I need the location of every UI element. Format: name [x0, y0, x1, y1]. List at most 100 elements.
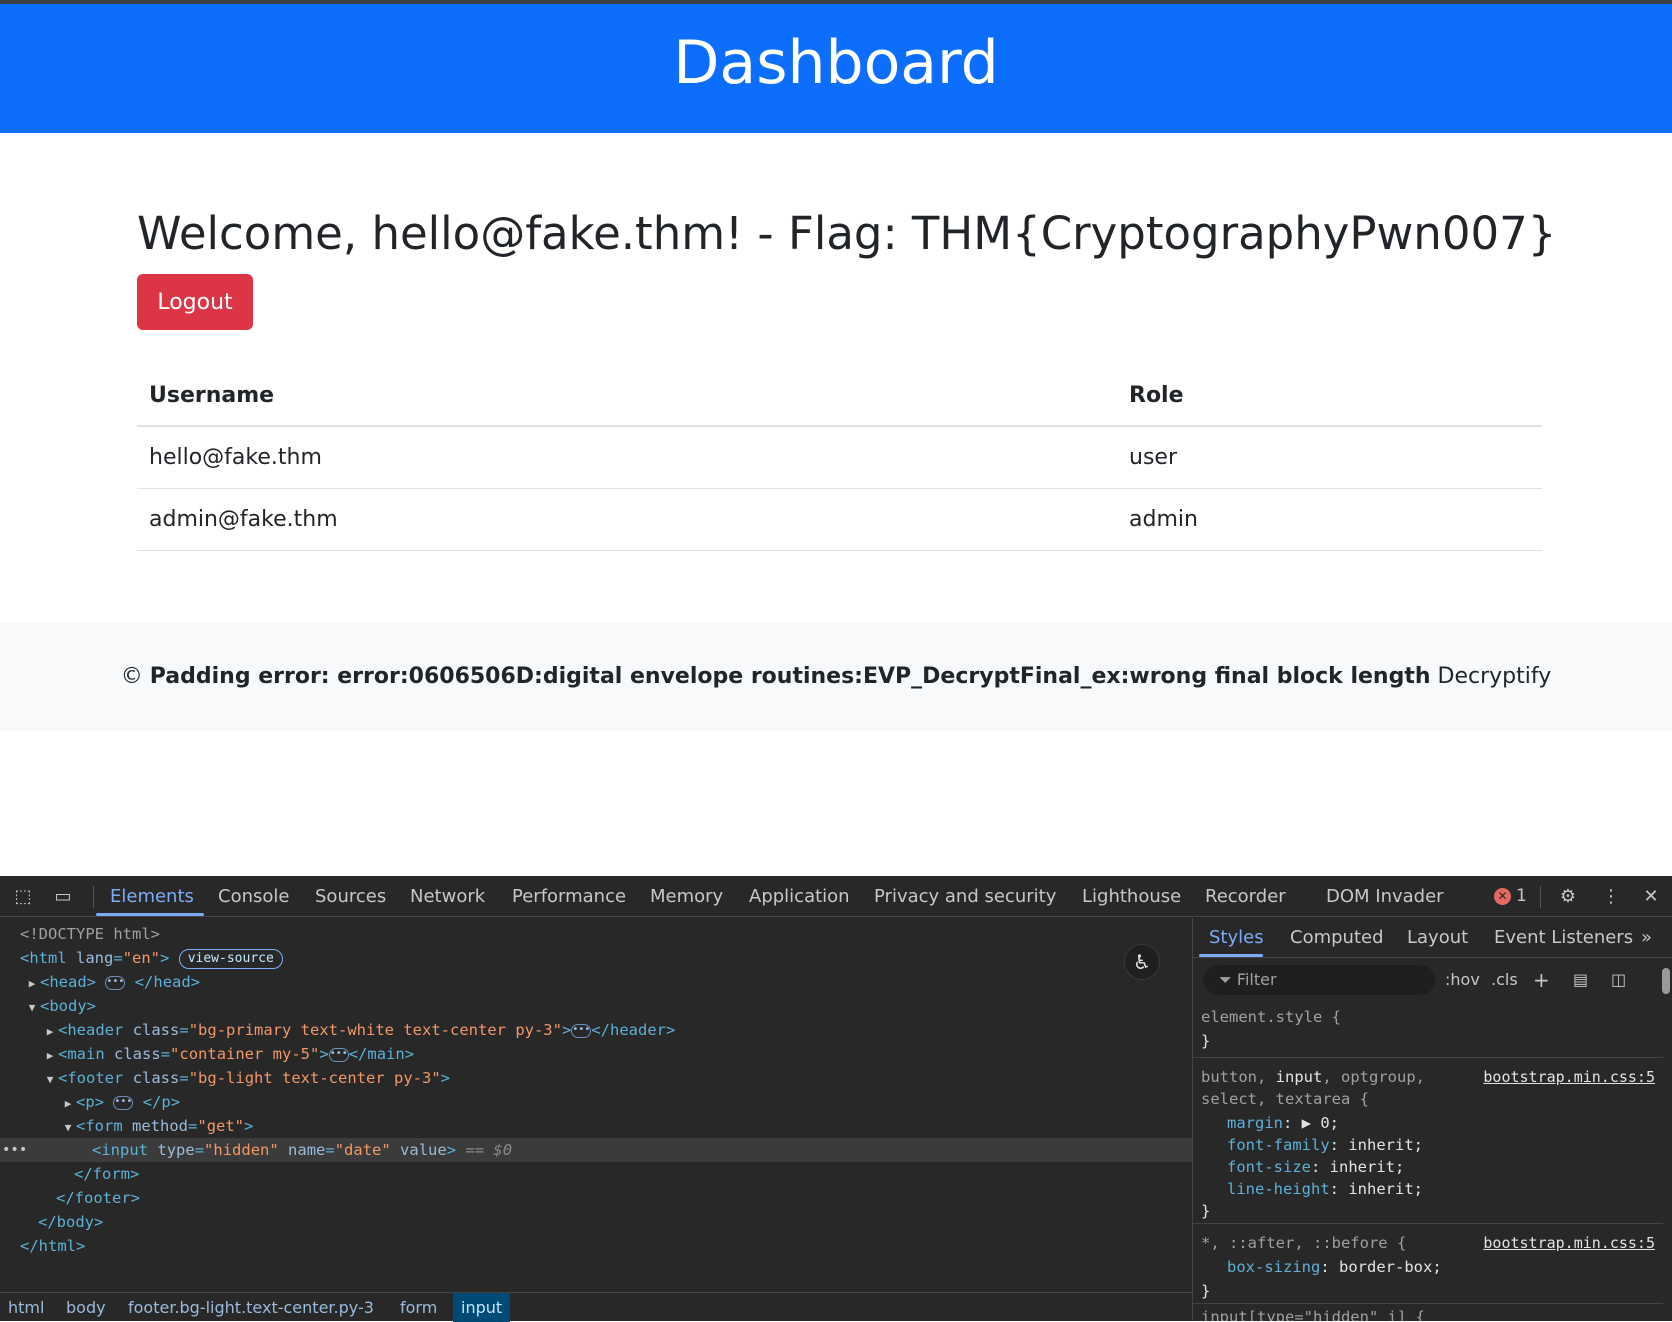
ellipsis-icon[interactable]: •••	[113, 1095, 134, 1110]
breadcrumb-footer[interactable]: footer.bg-light.text-center.py-3	[128, 1293, 374, 1322]
collapse-arrow-icon[interactable]: ▼	[24, 996, 40, 1020]
tab-sources[interactable]: Sources	[315, 876, 386, 917]
css-declaration[interactable]: font-size: inherit;	[1227, 1156, 1404, 1178]
stylesheet-link[interactable]: bootstrap.min.css:5	[1483, 1066, 1655, 1088]
tab-memory[interactable]: Memory	[650, 876, 723, 917]
users-table: Username Role hello@fake.thm user admin@…	[137, 365, 1542, 551]
dom-node-body-close[interactable]: </body>	[0, 1210, 1192, 1234]
toggle-sidebar-icon[interactable]: ◫	[1611, 965, 1626, 995]
collapse-arrow-icon[interactable]: ▼	[42, 1068, 58, 1092]
expand-arrow-icon[interactable]: ▶	[42, 1044, 58, 1068]
breadcrumb-html[interactable]: html	[8, 1293, 44, 1322]
rule-form-controls: button, input, optgroup, bootstrap.min.c…	[1193, 1058, 1663, 1224]
welcome-heading: Welcome, hello@fake.thm! - Flag: THM{Cry…	[137, 207, 1557, 260]
selector-part: button,	[1201, 1068, 1276, 1086]
breadcrumb-input[interactable]: input	[453, 1293, 511, 1322]
more-options-icon[interactable]: ⋮	[1600, 886, 1622, 908]
tab-event-listeners[interactable]: Event Listeners	[1494, 918, 1633, 958]
tab-elements[interactable]: Elements	[110, 876, 194, 917]
tab-styles[interactable]: Styles	[1209, 918, 1264, 958]
attr-value: "container my-5"	[170, 1045, 320, 1063]
more-tabs-chevron-icon[interactable]: »	[1641, 918, 1652, 958]
dom-node-footer-close[interactable]: </footer>	[0, 1186, 1192, 1210]
css-declaration[interactable]: margin: ▶ 0;	[1227, 1112, 1339, 1134]
tab-application[interactable]: Application	[749, 876, 850, 917]
devtools-tabbar: ⬚ ▭ Elements Console Sources Network Per…	[0, 876, 1672, 917]
close-icon[interactable]: ✕	[1640, 886, 1662, 908]
dom-node-html-close[interactable]: </html>	[0, 1234, 1192, 1258]
paint-roller-icon[interactable]: ▤	[1573, 965, 1588, 995]
collapse-arrow-icon[interactable]: ▼	[60, 1116, 76, 1140]
column-header-username: Username	[149, 383, 275, 408]
logout-button[interactable]: Logout	[137, 274, 253, 330]
dom-node-footer[interactable]: ▼ <footer class="bg-light text-center py-…	[0, 1066, 1192, 1090]
tab-lighthouse[interactable]: Lighthouse	[1082, 876, 1181, 917]
hover-state-toggle[interactable]: :hov	[1445, 965, 1480, 995]
dom-node-head[interactable]: ▶ <head> ••• </head>	[0, 970, 1192, 994]
filter-icon: ⏷	[1219, 970, 1232, 989]
stylesheet-link[interactable]: bootstrap.min.css:5	[1483, 1232, 1655, 1254]
tab-recorder[interactable]: Recorder	[1205, 876, 1286, 917]
breadcrumb-body[interactable]: body	[66, 1293, 106, 1322]
styles-filter-input[interactable]: ⏷ Filter	[1203, 965, 1435, 995]
attr-value: "hidden"	[204, 1141, 279, 1159]
dom-node-body[interactable]: ▼ <body>	[0, 994, 1192, 1018]
tag-name: body	[56, 1213, 94, 1231]
tag-name: header	[610, 1021, 666, 1039]
tab-privacy-and-security[interactable]: Privacy and security	[874, 876, 1056, 917]
ellipsis-icon[interactable]: •••	[571, 1023, 592, 1038]
ellipsis-icon[interactable]: •••	[328, 1047, 349, 1062]
dom-node-doctype[interactable]: <!DOCTYPE html>	[0, 922, 1192, 946]
rule-selector: *, ::after, ::before {	[1201, 1234, 1407, 1252]
new-style-rule-icon[interactable]: +	[1533, 965, 1550, 995]
tab-layout[interactable]: Layout	[1407, 918, 1468, 958]
ellipsis-icon[interactable]: •••	[105, 975, 126, 990]
tag-name: main	[67, 1045, 105, 1063]
selector-part: input	[1275, 1068, 1323, 1086]
dom-node-p[interactable]: ▶ <p> ••• </p>	[0, 1090, 1192, 1114]
tag-name: footer	[67, 1069, 124, 1087]
view-source-badge[interactable]: view-source	[178, 948, 283, 969]
dom-node-input-selected[interactable]: ••• <input type="hidden" name="date" val…	[0, 1138, 1192, 1162]
filter-placeholder: Filter	[1236, 970, 1277, 989]
selected-marker: == $0	[465, 1141, 513, 1159]
css-declaration[interactable]: box-sizing: border-box;	[1227, 1256, 1442, 1278]
tab-computed[interactable]: Computed	[1290, 918, 1384, 958]
tab-performance[interactable]: Performance	[512, 876, 626, 917]
styles-scrollbar[interactable]	[1662, 968, 1670, 994]
more-icon[interactable]: •••	[2, 1138, 27, 1162]
error-icon[interactable]: ✕	[1494, 888, 1511, 905]
expand-arrow-icon[interactable]: ▶	[60, 1092, 76, 1116]
device-toolbar-icon[interactable]: ▭	[52, 886, 74, 908]
tab-console[interactable]: Console	[218, 876, 289, 917]
attr-name: lang	[76, 949, 114, 967]
tag-name: main	[367, 1045, 405, 1063]
dom-node-main[interactable]: ▶ <main class="container my-5">•••</main>	[0, 1042, 1192, 1066]
settings-gear-icon[interactable]: ⚙	[1557, 886, 1579, 908]
footer-text: © Padding error: error:0606506D:digital …	[0, 623, 1672, 731]
rule-close-brace: }	[1201, 1032, 1211, 1050]
css-property: font-family	[1227, 1136, 1330, 1154]
tab-dom-invader[interactable]: DOM Invader	[1326, 876, 1444, 917]
accessibility-tree-icon[interactable]: ♿	[1124, 944, 1160, 980]
copyright-symbol: ©	[120, 664, 143, 689]
dom-node-form-close[interactable]: </form>	[0, 1162, 1192, 1186]
css-value: border-box;	[1339, 1258, 1442, 1276]
inspect-element-icon[interactable]: ⬚	[12, 886, 34, 908]
breadcrumb-form[interactable]: form	[400, 1293, 437, 1322]
dom-node-header[interactable]: ▶ <header class="bg-primary text-white te…	[0, 1018, 1192, 1042]
dom-node-html[interactable]: <html lang="en"> view-source	[0, 946, 1192, 970]
expand-arrow-icon[interactable]: ▶	[24, 972, 40, 996]
rule-selector: element.style {	[1201, 1008, 1341, 1026]
dom-node-form[interactable]: ▼ <form method="get">	[0, 1114, 1192, 1138]
tab-network[interactable]: Network	[410, 876, 485, 917]
error-count[interactable]: 1	[1516, 876, 1527, 917]
css-declaration[interactable]: font-family: inherit;	[1227, 1134, 1423, 1156]
class-toggle[interactable]: .cls	[1491, 965, 1518, 995]
css-property: margin	[1227, 1114, 1283, 1132]
page-header: Dashboard	[0, 4, 1672, 133]
attr-value: "get"	[197, 1117, 245, 1135]
expand-arrow-icon[interactable]: ▶	[42, 1020, 58, 1044]
rule-element-style: element.style { }	[1193, 1002, 1663, 1058]
css-declaration[interactable]: line-height: inherit;	[1227, 1178, 1423, 1200]
